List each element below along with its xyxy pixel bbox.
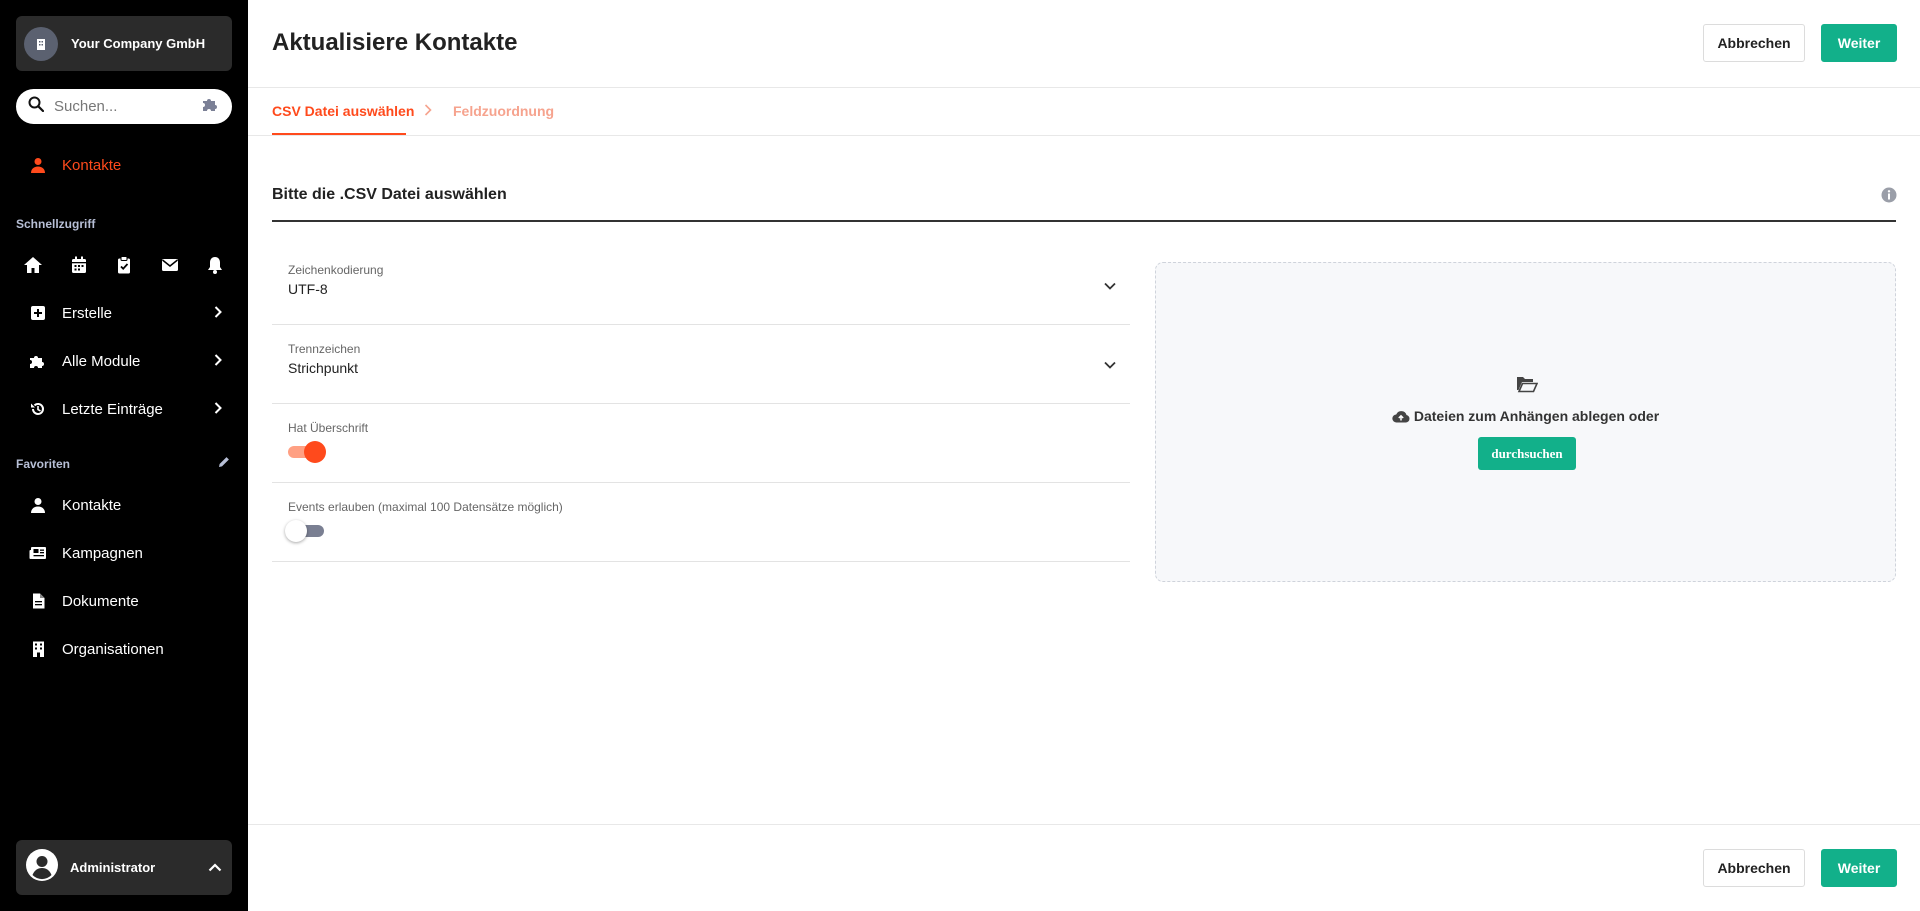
has-header-field: Hat Überschrift — [272, 404, 1130, 483]
search-icon — [28, 96, 45, 117]
dropzone-text-row: Dateien zum Anhängen ablegen oder — [1156, 408, 1895, 426]
calendar-icon[interactable] — [68, 254, 90, 276]
chevron-down-icon[interactable] — [1104, 356, 1116, 374]
plus-square-icon — [28, 306, 48, 320]
building-icon — [28, 641, 48, 657]
next-button[interactable]: Weiter — [1821, 24, 1897, 62]
clipboard-check-icon[interactable] — [113, 254, 135, 276]
allow-events-field: Events erlauben (maximal 100 Datensätze … — [272, 483, 1130, 562]
history-icon — [28, 401, 48, 417]
cancel-button[interactable]: Abbrechen — [1703, 24, 1805, 62]
building-icon — [24, 26, 58, 61]
sidebar-item-organisationen[interactable]: Organisationen — [16, 629, 232, 669]
step-field-mapping[interactable]: Feldzuordnung — [453, 103, 554, 119]
allow-events-toggle[interactable] — [285, 520, 324, 542]
page-header: Aktualisiere Kontakte Abbrechen Weiter — [248, 0, 1920, 88]
section-divider — [272, 220, 1896, 222]
favorites-title: Favoriten — [16, 457, 71, 471]
browse-button[interactable]: durchsuchen — [1478, 437, 1576, 470]
encoding-label: Zeichenkodierung — [288, 263, 384, 277]
newspaper-icon — [28, 546, 48, 560]
search-box — [16, 89, 232, 124]
file-icon — [28, 593, 48, 609]
allow-events-label: Events erlauben (maximal 100 Datensätze … — [288, 500, 563, 514]
sidebar-item-dokumente[interactable]: Dokumente — [16, 581, 232, 621]
pencil-icon[interactable] — [218, 455, 230, 473]
folder-open-icon — [1516, 375, 1539, 398]
envelope-icon[interactable] — [159, 254, 181, 276]
home-icon[interactable] — [22, 254, 44, 276]
sidebar-item-kontakte[interactable]: Kontakte — [16, 485, 232, 525]
sidebar-item-erstelle[interactable]: Erstelle — [16, 293, 232, 333]
toggle-knob — [285, 520, 307, 542]
company-switcher[interactable]: Your Company GmbH — [16, 16, 232, 71]
cloud-upload-icon — [1392, 410, 1410, 426]
has-header-label: Hat Überschrift — [288, 421, 369, 435]
chevron-right-icon — [424, 103, 432, 121]
company-name: Your Company GmbH — [71, 36, 206, 51]
sidebar-item-label: Erstelle — [62, 304, 113, 322]
sidebar-item-alle-module[interactable]: Alle Module — [16, 341, 232, 381]
encoding-select[interactable]: Zeichenkodierung UTF-8 — [272, 246, 1130, 325]
sidebar-item-label: Kampagnen — [62, 544, 143, 562]
active-step-underline — [272, 133, 406, 135]
sidebar-item-label: Letzte Einträge — [62, 400, 163, 418]
dropzone-text: Dateien zum Anhängen ablegen oder — [1413, 408, 1660, 424]
sidebar-item-kontakte-active[interactable]: Kontakte — [16, 145, 232, 185]
user-icon — [28, 157, 48, 173]
step-indicator: CSV Datei auswählen Feldzuordnung — [248, 88, 1920, 136]
delimiter-label: Trennzeichen — [288, 342, 361, 356]
footer-next-button[interactable]: Weiter — [1821, 849, 1897, 887]
chevron-down-icon[interactable] — [1104, 277, 1116, 295]
puzzle-icon — [28, 354, 48, 368]
sidebar-item-label: Kontakte — [62, 496, 122, 514]
chevron-up-icon[interactable] — [208, 859, 222, 877]
quick-access-bar — [22, 254, 226, 276]
chevron-right-icon — [214, 353, 222, 370]
step-csv-select[interactable]: CSV Datei auswählen — [272, 103, 414, 119]
page-footer: Abbrechen Weiter — [248, 824, 1920, 911]
footer-cancel-button[interactable]: Abbrechen — [1703, 849, 1805, 887]
quick-access-title: Schnellzugriff — [16, 217, 96, 231]
has-header-toggle[interactable] — [288, 441, 326, 463]
sidebar-item-label: Alle Module — [62, 352, 141, 370]
page-title: Aktualisiere Kontakte — [272, 29, 518, 56]
toggle-knob — [304, 441, 326, 463]
chevron-right-icon — [214, 305, 222, 322]
file-dropzone[interactable]: Dateien zum Anhängen ablegen oder durchs… — [1155, 262, 1896, 582]
encoding-value: UTF-8 — [288, 281, 328, 297]
user-menu[interactable]: Administrator — [16, 840, 232, 895]
delimiter-value: Strichpunkt — [288, 360, 359, 376]
user-avatar-icon — [26, 849, 58, 886]
section-title: Bitte die .CSV Datei auswählen — [272, 186, 507, 203]
sidebar-item-letzte-eintraege[interactable]: Letzte Einträge — [16, 389, 232, 429]
bell-icon[interactable] — [204, 254, 226, 276]
info-icon[interactable] — [1881, 187, 1897, 208]
chevron-right-icon — [214, 401, 222, 418]
sidebar-item-label: Dokumente — [62, 592, 139, 610]
puzzle-icon[interactable] — [202, 97, 220, 116]
sidebar-item-label: Kontakte — [62, 156, 122, 174]
user-name: Administrator — [70, 860, 156, 875]
sidebar: Your Company GmbH Kontakte Schnellzugrif… — [0, 0, 248, 911]
main-content: Aktualisiere Kontakte Abbrechen Weiter C… — [248, 0, 1920, 911]
sidebar-item-label: Organisationen — [62, 640, 164, 658]
sidebar-item-kampagnen[interactable]: Kampagnen — [16, 533, 232, 573]
delimiter-select[interactable]: Trennzeichen Strichpunkt — [272, 325, 1130, 404]
search-input[interactable] — [54, 98, 184, 115]
user-icon — [28, 497, 48, 513]
